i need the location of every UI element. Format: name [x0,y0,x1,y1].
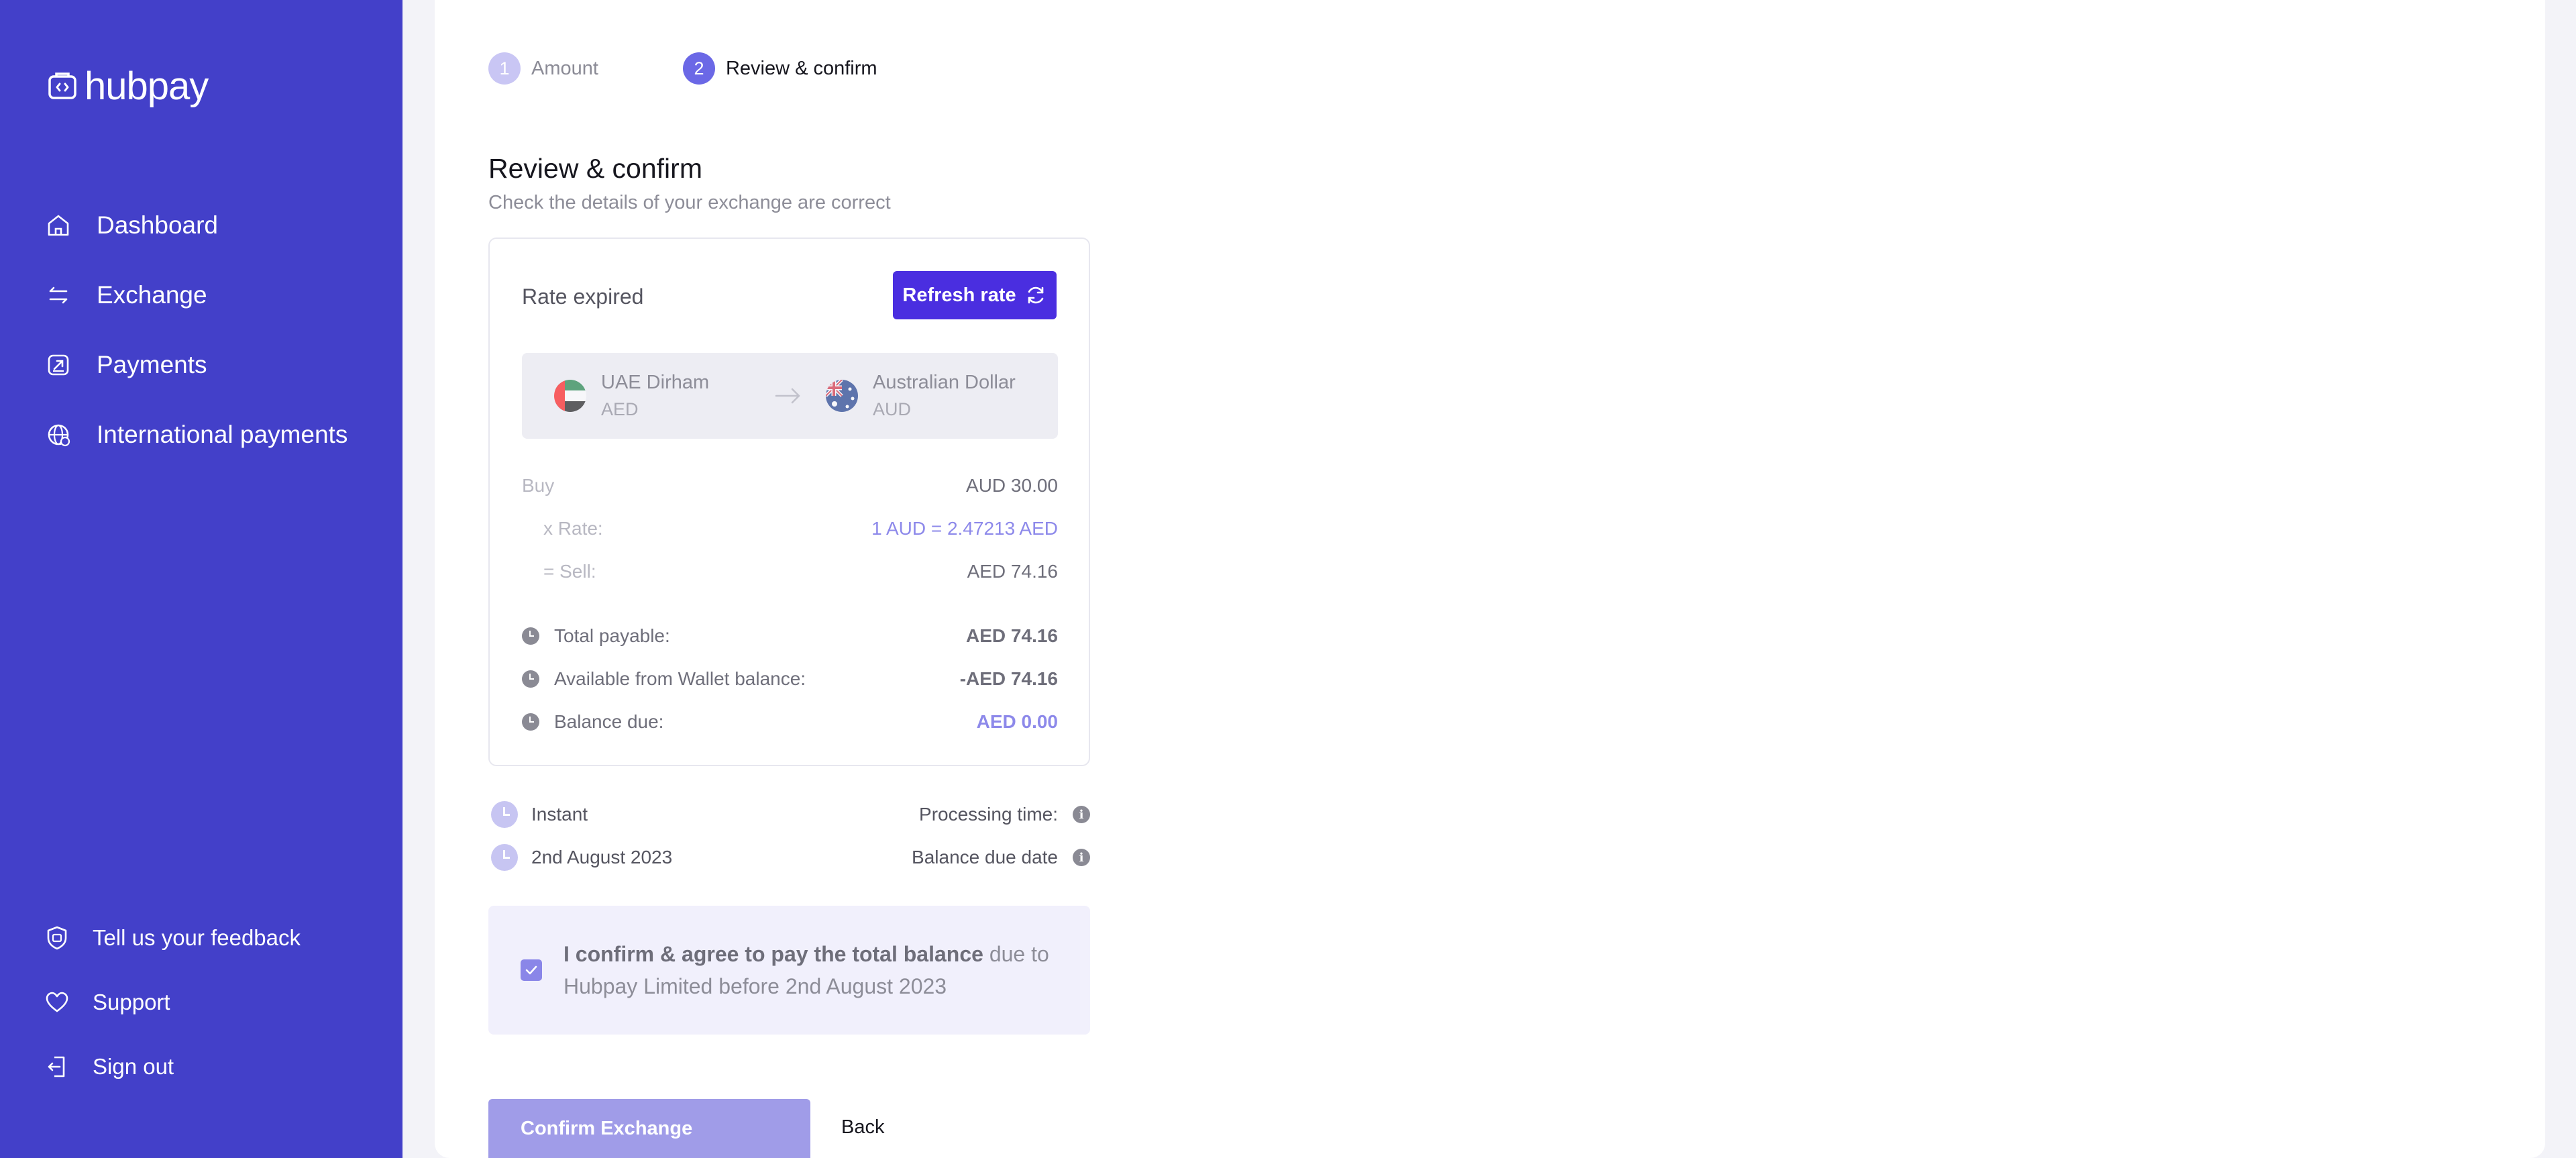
sidebar-item-exchange[interactable]: Exchange [44,260,347,330]
processing-time-value: Instant [531,804,588,825]
balance-due-value: AED 0.00 [976,711,1058,732]
agreement-box: I confirm & agree to pay the total balan… [488,906,1090,1035]
arrow-right-icon [775,388,800,404]
step-label: Amount [531,57,598,79]
sidebar-item-feedback[interactable]: Tell us your feedback [43,906,301,970]
brand-name: hubpay [85,64,209,108]
to-currency: Australian Dollar AUD [826,369,1016,423]
sell-label: = Sell: [543,561,596,582]
due-date-value: 2nd August 2023 [531,847,673,867]
clock-icon [522,713,539,731]
sell-row: = Sell: AED 74.16 [522,561,1058,582]
to-currency-code: AUD [873,399,912,419]
back-button[interactable]: Back [841,1116,884,1139]
sidebar-item-support[interactable]: Support [43,970,301,1035]
processing-time-label: Processing time: [919,804,1058,825]
agreement-bold-text: I confirm & agree to pay the total balan… [564,942,983,966]
hubpay-logo-icon [48,72,76,99]
balance-due-label: Balance due: [554,711,664,732]
australia-flag-icon [826,380,858,412]
rate-status: Rate expired [522,284,644,309]
confirm-exchange-button[interactable]: Confirm Exchange [488,1099,810,1158]
sidebar-item-label: Exchange [97,281,207,309]
info-icon[interactable]: i [1073,849,1090,866]
currency-pair: UAE Dirham AED Australian Dollar AUD [522,353,1058,439]
clock-icon [491,844,518,871]
step-review-confirm: 2 Review & confirm [682,52,877,85]
due-date-row: 2nd August 2023 Balance due date i [488,844,1090,871]
rate-value: 1 AUD = 2.47213 AED [871,518,1058,539]
feedback-icon [43,924,71,952]
payments-icon [44,351,72,379]
balance-due-label-wrap: Balance due: [522,711,663,733]
check-icon [525,965,537,975]
info-icon[interactable]: i [1073,806,1090,823]
page-subtitle: Check the details of your exchange are c… [488,192,891,213]
sidebar-item-international-payments[interactable]: International payments [44,400,347,470]
home-icon [44,211,72,240]
processing-time-row: Instant Processing time: i [488,801,1090,828]
agreement-checkbox[interactable] [521,959,542,981]
to-currency-name: Australian Dollar [873,372,1016,393]
total-payable-row: Total payable: AED 74.16 [522,625,1058,647]
balance-due-row: Balance due: AED 0.00 [522,711,1058,733]
from-currency-code: AED [601,399,639,419]
rate-label: x Rate: [543,518,603,539]
page-title: Review & confirm [488,153,702,184]
wallet-balance-label: Available from Wallet balance: [554,668,806,689]
globe-icon [44,421,72,449]
wallet-balance-label-wrap: Available from Wallet balance: [522,668,806,690]
sidebar-nav: Dashboard Exchange Payments Internationa… [44,191,347,470]
sidebar-item-label: Sign out [93,1054,174,1079]
step-number: 1 [488,52,521,85]
wallet-balance-value: -AED 74.16 [959,668,1058,689]
sidebar-item-label: Dashboard [97,211,219,239]
sidebar-item-dashboard[interactable]: Dashboard [44,191,347,260]
stepper: 1 Amount 2 Review & confirm [488,52,962,85]
clock-icon [522,670,539,688]
sidebar-item-label: Payments [97,351,207,378]
step-amount[interactable]: 1 Amount [488,52,598,85]
main-panel: 1 Amount 2 Review & confirm Review & con… [435,0,2545,1158]
sidebar-item-label: International payments [97,421,348,448]
heart-icon [43,988,71,1016]
logo[interactable]: hubpay [47,64,209,108]
total-payable-label: Total payable: [554,625,670,646]
total-payable-label-wrap: Total payable: [522,625,670,647]
clock-icon [522,627,539,645]
exchange-arrows-icon [44,281,72,309]
buy-row: Buy AUD 30.00 [522,475,1058,496]
sidebar-item-sign-out[interactable]: Sign out [43,1035,301,1099]
due-date-label: Balance due date [912,847,1058,867]
clock-icon [491,801,518,828]
step-number: 2 [682,52,715,85]
buy-value: AUD 30.00 [966,475,1058,496]
sign-out-icon [43,1053,71,1081]
from-currency-name: UAE Dirham [601,372,710,393]
buy-label: Buy [522,475,555,496]
refresh-rate-button[interactable]: Refresh rate [893,271,1057,319]
review-card: Rate expired Refresh rate UAE Dirham AED… [488,238,1090,766]
uae-flag-icon [554,380,586,412]
rate-row: x Rate: 1 AUD = 2.47213 AED [522,518,1058,539]
confirm-exchange-label: Confirm Exchange [521,1117,693,1139]
refresh-rate-label: Refresh rate [902,284,1016,306]
sidebar-item-label: Support [93,990,170,1014]
sidebar: hubpay Dashboard Exchange Payments Inter… [0,0,402,1158]
agreement-text[interactable]: I confirm & agree to pay the total balan… [564,938,1073,1002]
sidebar-item-label: Tell us your feedback [93,925,301,950]
total-payable-value: AED 74.16 [966,625,1058,646]
sidebar-bottom-nav: Tell us your feedback Support Sign out [43,906,301,1099]
sidebar-item-payments[interactable]: Payments [44,330,347,400]
from-currency: UAE Dirham AED [554,369,709,423]
sell-value: AED 74.16 [967,561,1058,582]
wallet-balance-row: Available from Wallet balance: -AED 74.1… [522,668,1058,690]
step-label: Review & confirm [725,57,877,79]
refresh-icon [1028,286,1043,304]
